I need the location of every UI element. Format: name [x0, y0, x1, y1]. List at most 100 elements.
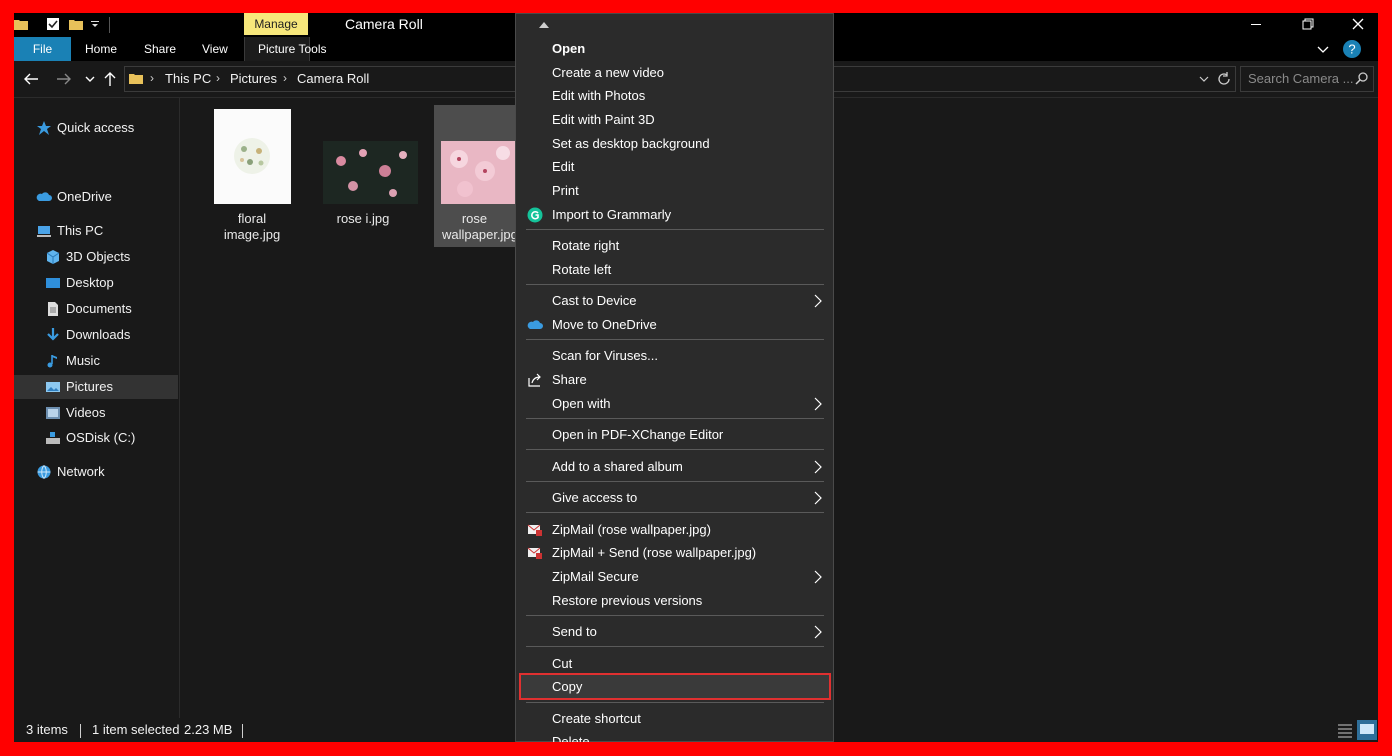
search-icon[interactable] — [1354, 71, 1370, 87]
menu-item-open-in-pdf-xchange[interactable]: Open in PDF-XChange Editor — [516, 423, 833, 447]
menu-item-open-with[interactable]: Open with — [516, 392, 833, 416]
menu-item-copy[interactable]: Copy — [516, 675, 833, 699]
menu-item-edit[interactable]: Edit — [516, 155, 833, 179]
nav-item-3d-objects[interactable]: 3D Objects — [14, 245, 179, 269]
menu-label: Send to — [552, 624, 597, 639]
nav-label: OneDrive — [57, 189, 112, 204]
breadcrumb-camera-roll[interactable]: Camera Roll — [297, 71, 369, 86]
menu-label: Restore previous versions — [552, 593, 703, 608]
menu-item-restore-previous-versions[interactable]: Restore previous versions — [516, 589, 833, 613]
menu-item-give-access-to[interactable]: Give access to — [516, 486, 833, 510]
file-thumbnail — [441, 141, 515, 204]
menu-item-zipmail[interactable]: ZipMail (rose wallpaper.jpg) — [516, 518, 833, 542]
recent-locations-icon[interactable] — [82, 71, 98, 87]
tab-share[interactable]: Share — [144, 37, 176, 61]
menu-item-create-new-video[interactable]: Create a new video — [516, 61, 833, 85]
address-dropdown-icon[interactable] — [1198, 73, 1210, 85]
file-name: floral image.jpg — [223, 211, 281, 242]
menu-item-create-shortcut[interactable]: Create shortcut — [516, 707, 833, 731]
folder-icon — [14, 17, 28, 31]
cube-icon — [45, 249, 61, 265]
chevron-right-icon — [813, 293, 823, 309]
menu-item-add-to-shared-album[interactable]: Add to a shared album — [516, 455, 833, 479]
menu-label: Print — [552, 183, 579, 198]
breadcrumb-this-pc[interactable]: This PC — [165, 71, 211, 86]
customize-qat-icon[interactable] — [90, 19, 104, 33]
status-divider — [80, 724, 81, 738]
up-arrow-icon[interactable] — [102, 71, 118, 87]
nav-item-documents[interactable]: Documents — [14, 297, 179, 321]
forward-arrow-icon[interactable] — [56, 71, 72, 87]
menu-label: Rotate right — [552, 238, 620, 253]
menu-item-zipmail-send[interactable]: ZipMail + Send (rose wallpaper.jpg) — [516, 541, 833, 565]
nav-label: Music — [66, 353, 100, 368]
chevron-right-icon — [813, 396, 823, 412]
menu-item-print[interactable]: Print — [516, 179, 833, 203]
nav-item-network[interactable]: Network — [14, 460, 179, 484]
help-icon[interactable]: ? — [1342, 39, 1362, 59]
nav-item-osdisk[interactable]: OSDisk (C:) — [14, 426, 179, 450]
menu-item-cast-to-device[interactable]: Cast to Device — [516, 289, 833, 313]
nav-label: Downloads — [66, 327, 131, 342]
onedrive-icon — [527, 317, 543, 333]
menu-item-edit-with-photos[interactable]: Edit with Photos — [516, 84, 833, 108]
restore-icon[interactable] — [1301, 17, 1315, 31]
close-icon[interactable] — [1351, 17, 1365, 31]
menu-item-zipmail-secure[interactable]: ZipMail Secure — [516, 565, 833, 589]
tab-picture-tools[interactable]: Picture Tools — [258, 37, 326, 61]
properties-icon[interactable] — [46, 17, 60, 31]
menu-item-open[interactable]: Open — [516, 37, 833, 61]
menu-item-scan-for-viruses[interactable]: Scan for Viruses... — [516, 344, 833, 368]
nav-item-this-pc[interactable]: This PC — [14, 219, 179, 243]
onedrive-icon — [36, 189, 52, 205]
menu-label: Edit — [552, 159, 575, 174]
menu-item-send-to[interactable]: Send to — [516, 620, 833, 644]
nav-item-onedrive[interactable]: OneDrive — [14, 185, 179, 209]
nav-item-music[interactable]: Music — [14, 349, 179, 373]
new-folder-icon[interactable] — [69, 17, 83, 31]
tab-file[interactable]: File — [14, 37, 71, 61]
folder-icon — [129, 71, 143, 85]
tab-view[interactable]: View — [202, 37, 228, 61]
nav-label: 3D Objects — [66, 249, 131, 264]
menu-item-rotate-right[interactable]: Rotate right — [516, 234, 833, 258]
menu-separator — [526, 418, 824, 419]
menu-label: Scan for Viruses... — [552, 348, 658, 363]
menu-label: Move to OneDrive — [552, 317, 657, 332]
file-item[interactable]: rose i.jpg — [321, 103, 418, 243]
status-item-count: 3 items — [26, 722, 68, 737]
breadcrumb-pictures[interactable]: Pictures — [230, 71, 277, 86]
menu-label: Edit with Photos — [552, 88, 646, 103]
share-icon — [527, 372, 543, 388]
nav-item-videos[interactable]: Videos — [14, 401, 179, 425]
manage-tab[interactable]: Manage — [244, 13, 308, 35]
nav-item-pictures[interactable]: Pictures — [14, 375, 178, 399]
menu-separator — [526, 481, 824, 482]
menu-item-move-to-onedrive[interactable]: Move to OneDrive — [516, 313, 833, 337]
menu-label: Share — [552, 372, 587, 387]
back-arrow-icon[interactable] — [23, 71, 39, 87]
large-icons-view-icon[interactable] — [1357, 720, 1377, 740]
nav-label: Network — [57, 464, 105, 479]
tab-home[interactable]: Home — [85, 37, 117, 61]
menu-label: Create shortcut — [552, 711, 641, 726]
nav-item-downloads[interactable]: Downloads — [14, 323, 179, 347]
file-item[interactable]: floral image.jpg — [210, 103, 294, 243]
menu-item-edit-with-paint-3d[interactable]: Edit with Paint 3D — [516, 108, 833, 132]
menu-item-delete[interactable]: Delete — [516, 730, 833, 742]
menu-label: Open — [552, 41, 586, 56]
scroll-up-icon[interactable] — [538, 20, 550, 30]
menu-item-share[interactable]: Share — [516, 368, 833, 392]
expand-ribbon-icon[interactable] — [1317, 43, 1329, 55]
refresh-icon[interactable] — [1216, 71, 1232, 87]
menu-item-set-desktop-background[interactable]: Set as desktop background — [516, 132, 833, 156]
minimize-icon[interactable] — [1249, 17, 1263, 31]
nav-item-quick-access[interactable]: Quick access — [14, 116, 179, 140]
details-view-icon[interactable] — [1337, 722, 1353, 738]
nav-label: Documents — [66, 301, 132, 316]
file-item-selected[interactable]: rose wallpaper.jpg — [434, 105, 518, 247]
nav-item-desktop[interactable]: Desktop — [14, 271, 179, 295]
menu-item-rotate-left[interactable]: Rotate left — [516, 258, 833, 282]
menu-item-import-to-grammarly[interactable]: Import to Grammarly — [516, 203, 833, 227]
menu-label: Copy — [552, 679, 583, 694]
